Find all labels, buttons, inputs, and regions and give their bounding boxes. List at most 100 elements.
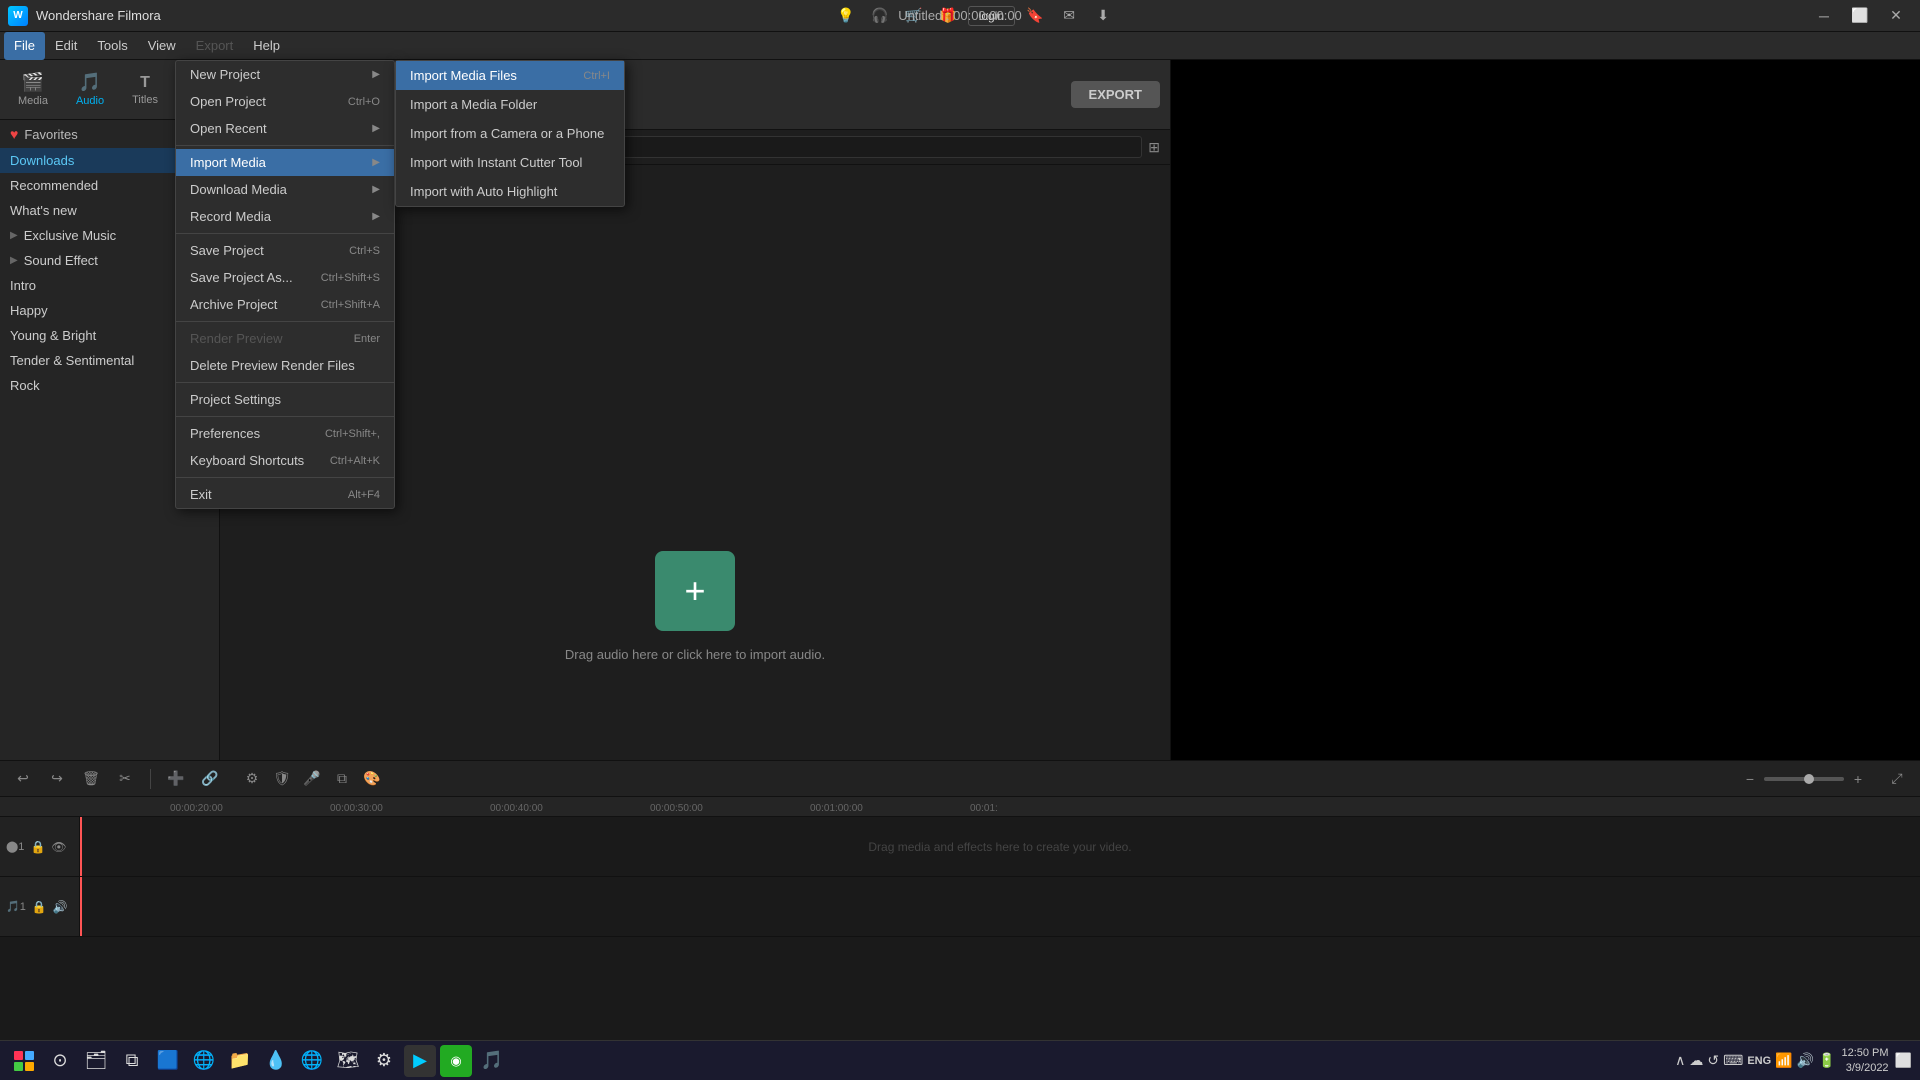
rock-label: Rock	[10, 378, 40, 393]
taskbar-dropbox[interactable]: 💧	[260, 1045, 292, 1077]
taskbar-chrome[interactable]: 🌐	[296, 1045, 328, 1077]
add-track-button[interactable]: ➕	[163, 766, 189, 792]
taskbar-folder[interactable]: 📁	[224, 1045, 256, 1077]
taskbar-files[interactable]: 🗂	[80, 1045, 112, 1077]
taskbar-filmora[interactable]: ▶	[404, 1045, 436, 1077]
close-button[interactable]: ✕	[1880, 0, 1912, 32]
timeline-settings-icon[interactable]: ⚙	[239, 766, 265, 792]
minimize-button[interactable]: ─	[1808, 0, 1840, 32]
volume-sys-icon[interactable]: 🔊	[1797, 1052, 1814, 1069]
menu-edit[interactable]: Edit	[45, 32, 87, 60]
tab-media[interactable]: 🎬 Media	[10, 68, 56, 111]
mail-icon[interactable]: ✉	[1055, 5, 1083, 27]
shield-icon[interactable]: 🛡	[269, 766, 295, 792]
mic-icon[interactable]: 🎤	[299, 766, 325, 792]
notifications-icon[interactable]: ⬜	[1895, 1052, 1912, 1069]
menu-new-project[interactable]: New Project ▶	[176, 61, 394, 88]
zoom-slider[interactable]	[1764, 777, 1844, 781]
audio-lock-icon[interactable]: 🔒	[32, 900, 47, 914]
menu-file[interactable]: File	[4, 32, 45, 60]
refresh-icon[interactable]: ↺	[1707, 1052, 1719, 1069]
headphone-icon[interactable]: 🎧	[866, 5, 894, 27]
menu-project-settings[interactable]: Project Settings	[176, 386, 394, 413]
menu-export[interactable]: Export	[186, 32, 244, 60]
menu-tools[interactable]: Tools	[87, 32, 137, 60]
taskbar-maps[interactable]: 🗺	[332, 1045, 364, 1077]
tab-titles[interactable]: T Titles	[124, 70, 166, 110]
taskbar-multitasking[interactable]: ⧉	[116, 1045, 148, 1077]
taskbar-app2[interactable]: ◉	[440, 1045, 472, 1077]
happy-label: Happy	[10, 303, 48, 318]
menu-save-project-as[interactable]: Save Project As... Ctrl+Shift+S	[176, 264, 394, 291]
record-arrow: ▶	[372, 211, 380, 222]
separator	[150, 769, 151, 789]
lightbulb-icon[interactable]: 💡	[832, 5, 860, 27]
menu-bar: File Edit Tools View Export Help	[0, 32, 1920, 60]
exclusive-music-label: Exclusive Music	[24, 228, 116, 243]
submenu-import-files[interactable]: Import Media Files Ctrl+I	[396, 61, 624, 90]
audio-vol-icon[interactable]: 🔊	[53, 900, 68, 914]
download-media-label: Download Media	[190, 182, 287, 197]
lock-icon[interactable]: 🔒	[30, 840, 45, 854]
cut-button[interactable]: ✂	[112, 766, 138, 792]
undo-button[interactable]: ↩	[10, 766, 36, 792]
tab-audio[interactable]: 🎵 Audio	[68, 68, 112, 111]
zoom-in-icon[interactable]: +	[1848, 769, 1868, 789]
menu-view[interactable]: View	[138, 32, 186, 60]
audio-track-area[interactable]	[80, 877, 1920, 936]
project-settings-label: Project Settings	[190, 392, 281, 407]
redo-button[interactable]: ↪	[44, 766, 70, 792]
delete-button[interactable]: 🗑	[78, 766, 104, 792]
zoom-out-icon[interactable]: −	[1740, 769, 1760, 789]
bookmark-icon[interactable]: 🔖	[1021, 5, 1049, 27]
taskbar-settings[interactable]: ⚙	[368, 1045, 400, 1077]
menu-import-media[interactable]: Import Media ▶	[176, 149, 394, 176]
eye-icon[interactable]: 👁	[51, 840, 66, 854]
menu-keyboard-shortcuts[interactable]: Keyboard Shortcuts Ctrl+Alt+K	[176, 447, 394, 474]
taskbar-edge[interactable]: 🌐	[188, 1045, 220, 1077]
menu-preferences[interactable]: Preferences Ctrl+Shift+,	[176, 420, 394, 447]
taskbar-app1[interactable]: 🟦	[152, 1045, 184, 1077]
submenu-import-auto[interactable]: Import with Auto Highlight	[396, 177, 624, 206]
export-button[interactable]: EXPORT	[1071, 81, 1160, 108]
submenu-import-camera[interactable]: Import from a Camera or a Phone	[396, 119, 624, 148]
battery-icon[interactable]: 🔋	[1818, 1052, 1835, 1069]
menu-download-media[interactable]: Download Media ▶	[176, 176, 394, 203]
video-track-area[interactable]: Drag media and effects here to create yo…	[80, 817, 1920, 876]
tray-expand-icon[interactable]: ∧	[1675, 1052, 1685, 1069]
layers-icon[interactable]: ⧉	[329, 766, 355, 792]
cloud-icon[interactable]: ☁	[1689, 1052, 1703, 1069]
separator-4	[176, 382, 394, 383]
wifi-icon[interactable]: 📶	[1775, 1052, 1792, 1069]
tab-media-label: Media	[18, 95, 48, 107]
import-button[interactable]: +	[655, 551, 735, 631]
ruler-mark-3: 00:00:40:00	[490, 803, 570, 814]
fullscreen-icon[interactable]: ⤢	[1884, 766, 1910, 792]
title-bar: W Wondershare Filmora Untitled : 00:00:0…	[0, 0, 1920, 32]
audio-track-num: 🎵1	[6, 900, 26, 913]
start-button[interactable]	[8, 1045, 40, 1077]
menu-record-media[interactable]: Record Media ▶	[176, 203, 394, 230]
submenu-import-instant[interactable]: Import with Instant Cutter Tool	[396, 148, 624, 177]
import-submenu: Import Media Files Ctrl+I Import a Media…	[395, 60, 625, 207]
menu-help[interactable]: Help	[243, 32, 290, 60]
menu-save-project[interactable]: Save Project Ctrl+S	[176, 237, 394, 264]
submenu-import-folder[interactable]: Import a Media Folder	[396, 90, 624, 119]
taskbar-app3[interactable]: 🎵	[476, 1045, 508, 1077]
menu-open-project[interactable]: Open Project Ctrl+O	[176, 88, 394, 115]
grid-view-icon[interactable]: ⊞	[1148, 139, 1160, 156]
maximize-button[interactable]: ⬜	[1844, 0, 1876, 32]
link-button[interactable]: 🔗	[197, 766, 223, 792]
download-icon[interactable]: ⬇	[1089, 5, 1117, 27]
expand-icon: ▶	[10, 230, 18, 241]
separator-5	[176, 416, 394, 417]
menu-archive-project[interactable]: Archive Project Ctrl+Shift+A	[176, 291, 394, 318]
open-project-label: Open Project	[190, 94, 266, 109]
recommended-label: Recommended	[10, 178, 98, 193]
menu-exit[interactable]: Exit Alt+F4	[176, 481, 394, 508]
menu-delete-preview[interactable]: Delete Preview Render Files	[176, 352, 394, 379]
keyboard-icon[interactable]: ⌨	[1723, 1052, 1743, 1069]
taskbar-search[interactable]: ⊙	[44, 1045, 76, 1077]
color-icon[interactable]: 🎨	[359, 766, 385, 792]
menu-open-recent[interactable]: Open Recent ▶	[176, 115, 394, 142]
